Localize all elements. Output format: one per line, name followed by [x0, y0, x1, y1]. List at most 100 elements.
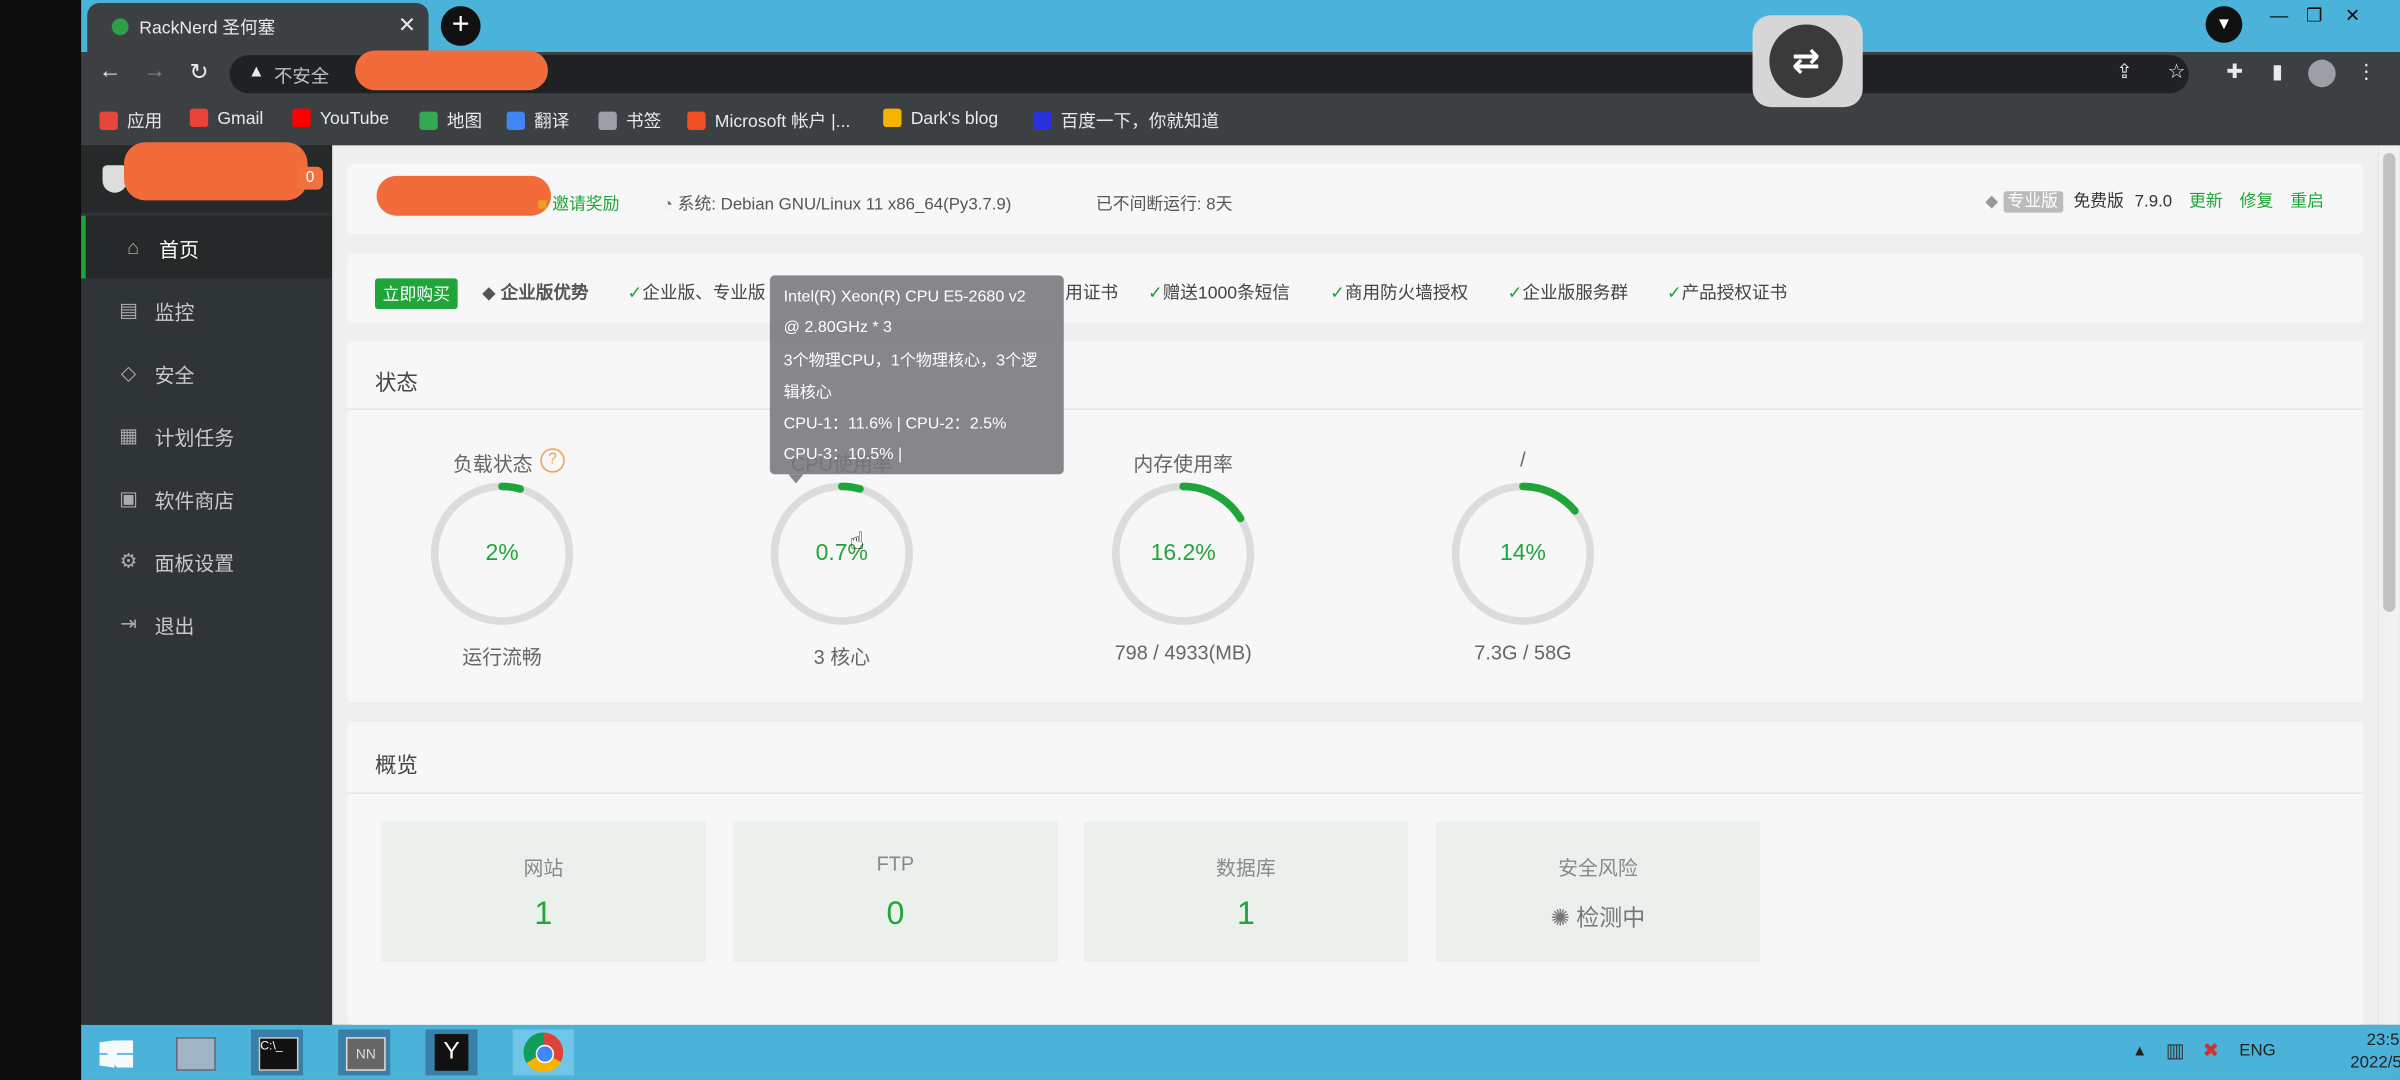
sidebar-item-2[interactable]: ◇ 安全 — [81, 341, 332, 404]
check-icon: ✓ — [1147, 284, 1163, 303]
calendar-icon: ▦ — [119, 423, 138, 447]
version-area: ◆ 专业版 免费版 7.9.0 更新 修复 重启 — [1985, 188, 2324, 213]
remote-desktop-icon[interactable]: ⇄ — [1752, 15, 1863, 108]
sidebar-item-5[interactable]: ⚙ 面板设置 — [81, 529, 332, 592]
gauge-subtitle: 7.3G / 58G — [1474, 640, 1572, 664]
overview-card-value[interactable]: 0 — [733, 896, 1057, 933]
nn-app[interactable]: NN — [338, 1029, 391, 1076]
overview-card[interactable]: 安全风险 ✺ 检测中 — [1435, 821, 1761, 963]
overview-card-value[interactable]: 1 — [381, 896, 705, 933]
tooltip-line: CPU-1：11.6% | CPU-2：2.5% — [783, 414, 1007, 433]
clock[interactable]: 23:58 2022/5/18 — [2334, 1029, 2400, 1075]
tooltip-line: @ 2.80GHz * 3 — [783, 318, 893, 337]
bookmark-item[interactable]: YouTube — [292, 108, 389, 128]
feature-label: 赠送1000条短信 — [1162, 284, 1290, 303]
feature-item: ✓产品授权证书 — [1667, 280, 1787, 304]
bookmark-item[interactable]: 翻译 — [506, 109, 569, 133]
screen-edge — [0, 0, 82, 1080]
address-bar[interactable]: ▲ 不安全 — [229, 50, 2189, 94]
check-icon: ✓ — [1507, 284, 1523, 303]
page-scrollbar[interactable] — [2378, 145, 2400, 1025]
buy-button[interactable]: 立即购买 — [374, 278, 458, 309]
bookmark-item[interactable]: Dark's blog — [883, 108, 998, 128]
bookmark-favicon-icon — [883, 108, 902, 127]
avatar[interactable] — [2308, 59, 2336, 88]
browser-tab[interactable]: RackNerd 圣何塞 ✕ — [87, 3, 429, 53]
bookmark-star-icon[interactable]: ☆ — [2163, 60, 2191, 84]
sidebar-item-3[interactable]: ▦ 计划任务 — [81, 404, 332, 467]
sidebar-item-0[interactable]: ⌂ 首页 — [81, 215, 337, 279]
overview-card-title: 安全风险 — [1558, 856, 1638, 880]
bookmark-item[interactable]: 应用 — [99, 109, 162, 133]
gauge-value: 14% — [1499, 539, 1546, 566]
network-icon[interactable]: ▥ — [2166, 1039, 2185, 1063]
restart-link[interactable]: 重启 — [2290, 193, 2324, 211]
minimize-icon[interactable]: — — [2262, 3, 2296, 27]
sidebar-item-1[interactable]: ▤ 监控 — [81, 278, 332, 341]
tooltip-arrow — [788, 474, 804, 484]
bookmark-item[interactable]: 书签 — [598, 109, 661, 133]
menu-icon[interactable]: ⋮ — [2353, 60, 2381, 84]
bookmark-favicon-icon — [1033, 111, 1052, 131]
restore-icon[interactable]: ❐ — [2297, 3, 2331, 27]
gauge-subtitle: 运行流畅 — [462, 645, 542, 669]
yandex-app[interactable]: Y — [425, 1029, 478, 1076]
new-tab-button[interactable]: + — [440, 6, 481, 46]
enterprise-advantage: ◆ 企业版优势 — [482, 280, 588, 304]
volume-muted-icon[interactable]: ✖ — [2203, 1039, 2220, 1063]
overview-panel: 概览 网站 1 FTP 0 数据库 1 安全风险 ✺ 检测中 — [347, 722, 2364, 1025]
sidebar-item-6[interactable]: ⇥ 退出 — [81, 592, 332, 655]
update-link[interactable]: 更新 — [2189, 193, 2223, 211]
tab-close-icon[interactable]: ✕ — [398, 12, 416, 38]
invite-link[interactable]: ■ 邀请奖励 — [537, 191, 619, 215]
message-badge[interactable]: 0 — [296, 166, 323, 190]
overview-card-value[interactable]: 1 — [1084, 896, 1408, 933]
start-button[interactable] — [90, 1029, 142, 1075]
feature-item: ✓企业版、专业版 — [628, 280, 766, 304]
back-icon[interactable]: ← — [95, 58, 126, 84]
overview-card[interactable]: FTP 0 — [733, 821, 1058, 963]
apps-icon: ▣ — [119, 486, 138, 510]
bookmark-favicon-icon — [189, 108, 209, 127]
terminal-app[interactable]: C:\_ — [251, 1029, 304, 1076]
bookmark-favicon-icon — [419, 111, 438, 131]
redaction-mark — [376, 175, 552, 216]
sidebar-item-4[interactable]: ▣ 软件商店 — [81, 467, 332, 530]
language-indicator[interactable]: ENG — [2239, 1042, 2275, 1060]
sidepanel-icon[interactable]: ▮ — [2264, 60, 2292, 84]
bookmark-item[interactable]: 百度一下，你就知道 — [1033, 109, 1219, 133]
reload-icon[interactable]: ↻ — [184, 58, 215, 86]
bookmark-item[interactable]: Microsoft 帐户 |... — [687, 109, 850, 133]
share-icon[interactable]: ⇪ — [2111, 60, 2139, 84]
help-icon[interactable]: ? — [540, 448, 565, 473]
terminal-icon: C:\_ — [258, 1037, 299, 1071]
repair-link[interactable]: 修复 — [2240, 193, 2274, 211]
hand-cursor-icon: ☝ — [849, 529, 865, 556]
divider — [347, 408, 2364, 410]
feature-label: 企业版、专业版 — [642, 284, 766, 303]
diamond-icon: ◆ — [1985, 192, 1999, 212]
gauge-subtitle: 798 / 4933(MB) — [1114, 640, 1252, 664]
bookmark-item[interactable]: Gmail — [189, 108, 263, 128]
chrome-app[interactable] — [512, 1029, 574, 1076]
overview-card[interactable]: 数据库 1 — [1083, 821, 1409, 963]
loading-spinner-icon: ✺ — [1550, 905, 1577, 932]
explorer-app[interactable] — [167, 1029, 219, 1075]
pro-tag[interactable]: 专业版 — [2002, 191, 2063, 213]
tab-search-icon[interactable]: ▼ — [2205, 6, 2243, 43]
extensions-icon[interactable]: ✚ — [2221, 60, 2249, 84]
overview-card[interactable]: 网站 1 — [381, 821, 706, 963]
close-window-icon[interactable]: ✕ — [2336, 3, 2370, 27]
forward-icon[interactable]: → — [139, 58, 170, 84]
tray-up-icon[interactable]: ▲ — [2132, 1043, 2147, 1060]
overview-card-title: FTP — [876, 852, 915, 875]
bookmark-item[interactable]: 地图 — [419, 109, 482, 133]
bookmark-favicon-icon — [506, 111, 525, 131]
divider — [347, 792, 2364, 794]
scroll-thumb[interactable] — [2383, 152, 2396, 612]
bookmarks-bar: 应用 Gmail YouTube 地图 翻译 书签 Microsoft 帐户 |... Dar… — [81, 96, 2400, 146]
gauge-value: 2% — [485, 539, 519, 566]
debian-icon: ◔ — [662, 195, 673, 215]
feature-label: 用证书 — [1065, 284, 1119, 303]
invite-label[interactable]: 邀请奖励 — [552, 196, 619, 214]
